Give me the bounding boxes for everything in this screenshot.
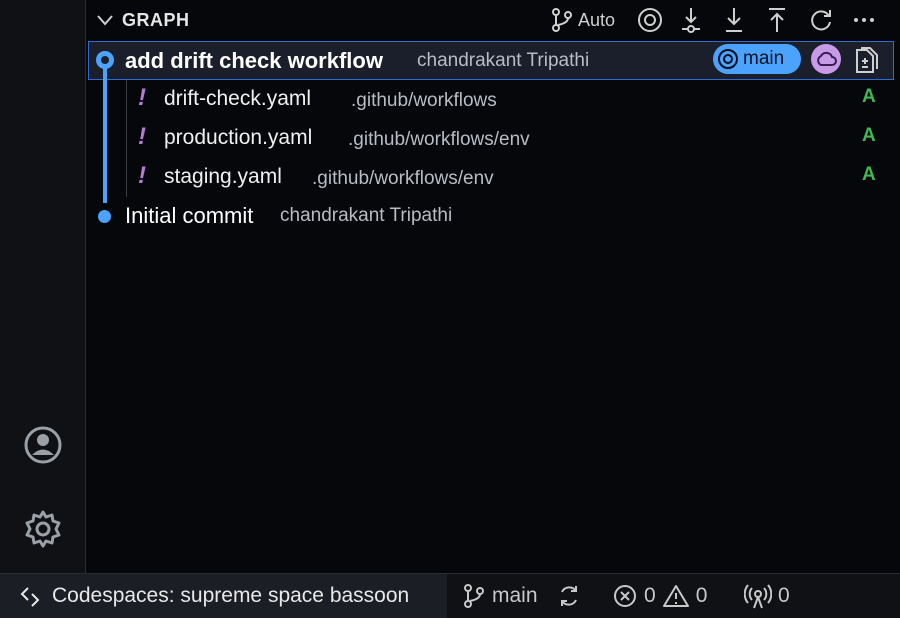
file-row[interactable]: ! production.yaml .github/workflows/env …: [86, 119, 900, 158]
remote-badge[interactable]: [811, 44, 841, 74]
warning-icon: [662, 585, 689, 607]
commit-message: add drift check workflow: [125, 48, 383, 73]
commit-message: Initial commit: [125, 203, 254, 228]
broadcast-icon: [744, 584, 772, 609]
yaml-file-icon: !: [138, 162, 146, 189]
warning-count: 0: [695, 584, 708, 607]
chevron-down-icon[interactable]: [96, 12, 114, 28]
settings-gear-icon[interactable]: [22, 508, 64, 550]
refresh-icon[interactable]: [808, 6, 834, 34]
pull-icon[interactable]: [723, 6, 745, 34]
target-icon[interactable]: [636, 6, 664, 34]
remote-indicator[interactable]: Codespaces: supreme space bassoon: [0, 574, 447, 618]
branch-badge[interactable]: main: [713, 44, 801, 74]
file-status: A: [862, 86, 876, 107]
graph-title: GRAPH: [122, 10, 190, 30]
file-name: drift-check.yaml: [164, 87, 312, 110]
file-path: .github/workflows: [351, 90, 497, 111]
file-name: staging.yaml: [164, 165, 282, 188]
graph-header[interactable]: GRAPH Auto: [86, 0, 900, 40]
status-bar: Codespaces: supreme space bassoon main 0…: [0, 573, 900, 618]
remote-label: Codespaces: supreme space bassoon: [52, 584, 410, 607]
yaml-file-icon: !: [138, 123, 146, 150]
target-icon: [718, 49, 738, 69]
auto-label: Auto: [578, 9, 616, 30]
error-icon: [614, 585, 636, 607]
branch-icon: [464, 584, 484, 608]
file-row[interactable]: ! drift-check.yaml .github/workflows A: [86, 80, 900, 119]
file-status: A: [862, 125, 876, 146]
file-row[interactable]: ! staging.yaml .github/workflows/env A: [86, 158, 900, 197]
file-path: .github/workflows/env: [312, 168, 494, 189]
tree-guide: [126, 119, 127, 158]
tree-guide: [126, 80, 127, 119]
tree-guide: [126, 158, 127, 197]
graph-line: [103, 60, 107, 203]
yaml-file-icon: !: [138, 84, 146, 111]
extensions-icon[interactable]: [26, 0, 58, 8]
sync-icon[interactable]: [556, 582, 582, 610]
commit-row[interactable]: Initial commit chandrakant Tripathi: [86, 197, 900, 236]
remote-icon: [20, 587, 40, 607]
ports-count: 0: [778, 584, 790, 607]
branch-status[interactable]: main: [462, 574, 538, 618]
branch-icon: [552, 8, 572, 32]
more-actions-icon[interactable]: [852, 6, 876, 34]
account-icon[interactable]: [22, 424, 64, 466]
file-status: A: [862, 164, 876, 185]
file-path: .github/workflows/env: [348, 129, 530, 150]
open-changes-icon[interactable]: [853, 45, 881, 75]
graph-panel: GRAPH Auto add drift check workflow chan…: [86, 0, 900, 573]
branch-badge-label: main: [743, 48, 785, 69]
activity-bar: [0, 0, 86, 573]
file-name: production.yaml: [164, 126, 313, 149]
cloud-icon: [817, 51, 837, 66]
commit-author: chandrakant Tripathi: [417, 50, 590, 71]
problems-status[interactable]: 0 0: [612, 574, 707, 618]
commit-author: chandrakant Tripathi: [280, 205, 453, 226]
branch-status-label: main: [492, 584, 538, 607]
error-count: 0: [644, 584, 656, 607]
push-icon[interactable]: [766, 6, 788, 34]
commit-row-selected[interactable]: add drift check workflow chandrakant Tri…: [88, 41, 894, 80]
commit-node: [98, 210, 111, 223]
commit-node-head: [96, 51, 114, 69]
auto-fetch-button[interactable]: Auto: [550, 6, 615, 34]
fetch-icon[interactable]: [680, 6, 702, 34]
ports-status[interactable]: 0: [744, 574, 790, 618]
